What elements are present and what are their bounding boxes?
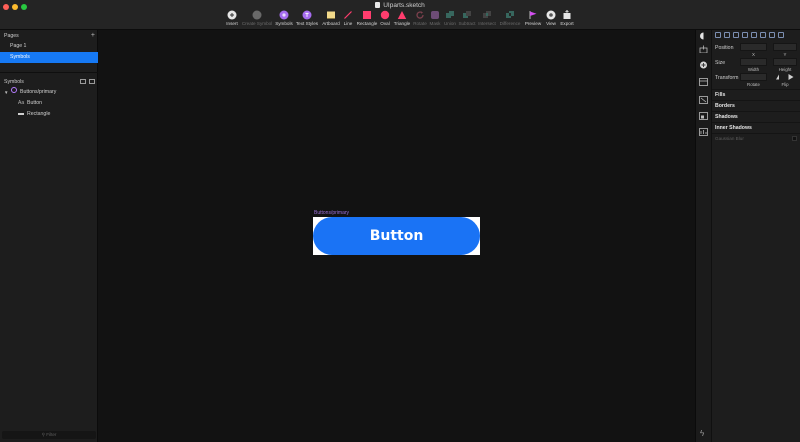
alignment-toolbar	[715, 32, 784, 38]
mirror-icon[interactable]	[699, 112, 708, 120]
subtract-icon	[463, 11, 471, 18]
rectangle-layer-icon	[18, 109, 24, 120]
y-input[interactable]	[773, 43, 797, 51]
symbols-icon	[279, 10, 289, 20]
blur-toggle[interactable]	[792, 136, 797, 141]
inspector-divider	[712, 89, 800, 90]
symbol-icon	[11, 87, 17, 98]
layer-text-button[interactable]: Aa Button	[0, 98, 98, 109]
layer-shape-rectangle[interactable]: Rectangle	[0, 109, 98, 120]
disclosure-triangle-icon[interactable]: ▼	[4, 87, 8, 98]
code-icon[interactable]	[699, 128, 708, 136]
export-icon	[563, 10, 571, 19]
layer-symbol-buttons-primary[interactable]: ▼ Buttons/primary	[0, 87, 98, 98]
layer-view-buttons	[80, 79, 95, 84]
difference-icon	[506, 11, 514, 18]
size-label: Size	[715, 60, 726, 66]
align-middle-icon[interactable]	[769, 32, 775, 38]
triangle-icon	[397, 11, 407, 19]
toolbar-create-symbol[interactable]: Create Symbol	[242, 10, 272, 26]
text-layer-icon: Aa	[18, 100, 25, 106]
rotate-input[interactable]	[740, 73, 767, 81]
canvas[interactable]: Buttons/primary Button	[99, 30, 695, 442]
create-symbol-icon	[252, 10, 262, 20]
x-input[interactable]	[740, 43, 767, 51]
inspector-divider	[712, 122, 800, 123]
add-icon[interactable]	[699, 61, 708, 69]
rectangle-icon	[363, 11, 371, 19]
transform-label: Transform	[715, 75, 739, 81]
inspector-panel: ϟ Position X Y Size Width Height Transfo…	[695, 30, 800, 442]
search-icon: ⚲	[41, 432, 45, 437]
layers-sidebar: Pages + Page 1 Symbols Symbols ▼ Buttons…	[0, 30, 98, 442]
align-top-icon[interactable]	[760, 32, 766, 38]
intersect-icon	[483, 11, 491, 18]
resize-icon[interactable]	[699, 96, 708, 104]
primary-button[interactable]: Button	[313, 217, 480, 255]
page-item-symbols[interactable]: Symbols	[0, 52, 98, 63]
inspector-divider	[712, 100, 800, 101]
toolbar-export[interactable]: Export	[554, 10, 580, 26]
share-icon[interactable]	[699, 45, 708, 53]
artboard[interactable]: Button	[313, 217, 480, 255]
fills-section[interactable]: Fills	[715, 92, 725, 98]
artboard-label[interactable]: Buttons/primary	[314, 210, 349, 216]
toolbar-text-styles[interactable]: Text Styles	[294, 10, 320, 26]
inner-shadows-section[interactable]: Inner Shadows	[715, 125, 752, 131]
align-center-icon[interactable]	[742, 32, 748, 38]
insert-icon	[227, 10, 237, 20]
sidebar-divider	[0, 72, 98, 73]
flip-vertical-icon[interactable]	[788, 74, 794, 80]
page-item-page-1[interactable]: Page 1	[0, 41, 98, 52]
collapse-icon[interactable]	[89, 79, 95, 84]
layout-icon[interactable]	[699, 78, 708, 86]
text-styles-icon	[302, 10, 312, 20]
toolbar: UIparts.sketch Insert Create Symbol Symb…	[0, 0, 800, 30]
borders-section[interactable]: Borders	[715, 103, 735, 109]
layer-filter-input[interactable]: ⚲ Filter	[2, 431, 96, 439]
list-view-icon[interactable]	[80, 79, 86, 84]
width-input[interactable]	[740, 58, 767, 66]
line-icon	[344, 11, 352, 19]
distribute-vertical-icon[interactable]	[724, 32, 730, 38]
inspector-divider	[712, 111, 800, 112]
inspector-divider	[712, 133, 800, 134]
style-icon[interactable]	[699, 32, 708, 40]
document-icon	[375, 2, 381, 8]
inspector-rail: ϟ	[696, 30, 712, 442]
align-bottom-icon[interactable]	[778, 32, 784, 38]
align-left-icon[interactable]	[733, 32, 739, 38]
flip-horizontal-icon[interactable]	[776, 74, 782, 80]
position-label: Position	[715, 45, 734, 51]
gaussian-blur-section[interactable]: Gaussian Blur	[715, 136, 744, 141]
lightning-icon[interactable]: ϟ	[700, 429, 704, 438]
shadows-section[interactable]: Shadows	[715, 114, 738, 120]
preview-icon	[529, 11, 537, 19]
window-title: UIparts.sketch	[0, 2, 800, 9]
distribute-horizontal-icon[interactable]	[715, 32, 721, 38]
height-input[interactable]	[773, 58, 797, 66]
align-right-icon[interactable]	[751, 32, 757, 38]
